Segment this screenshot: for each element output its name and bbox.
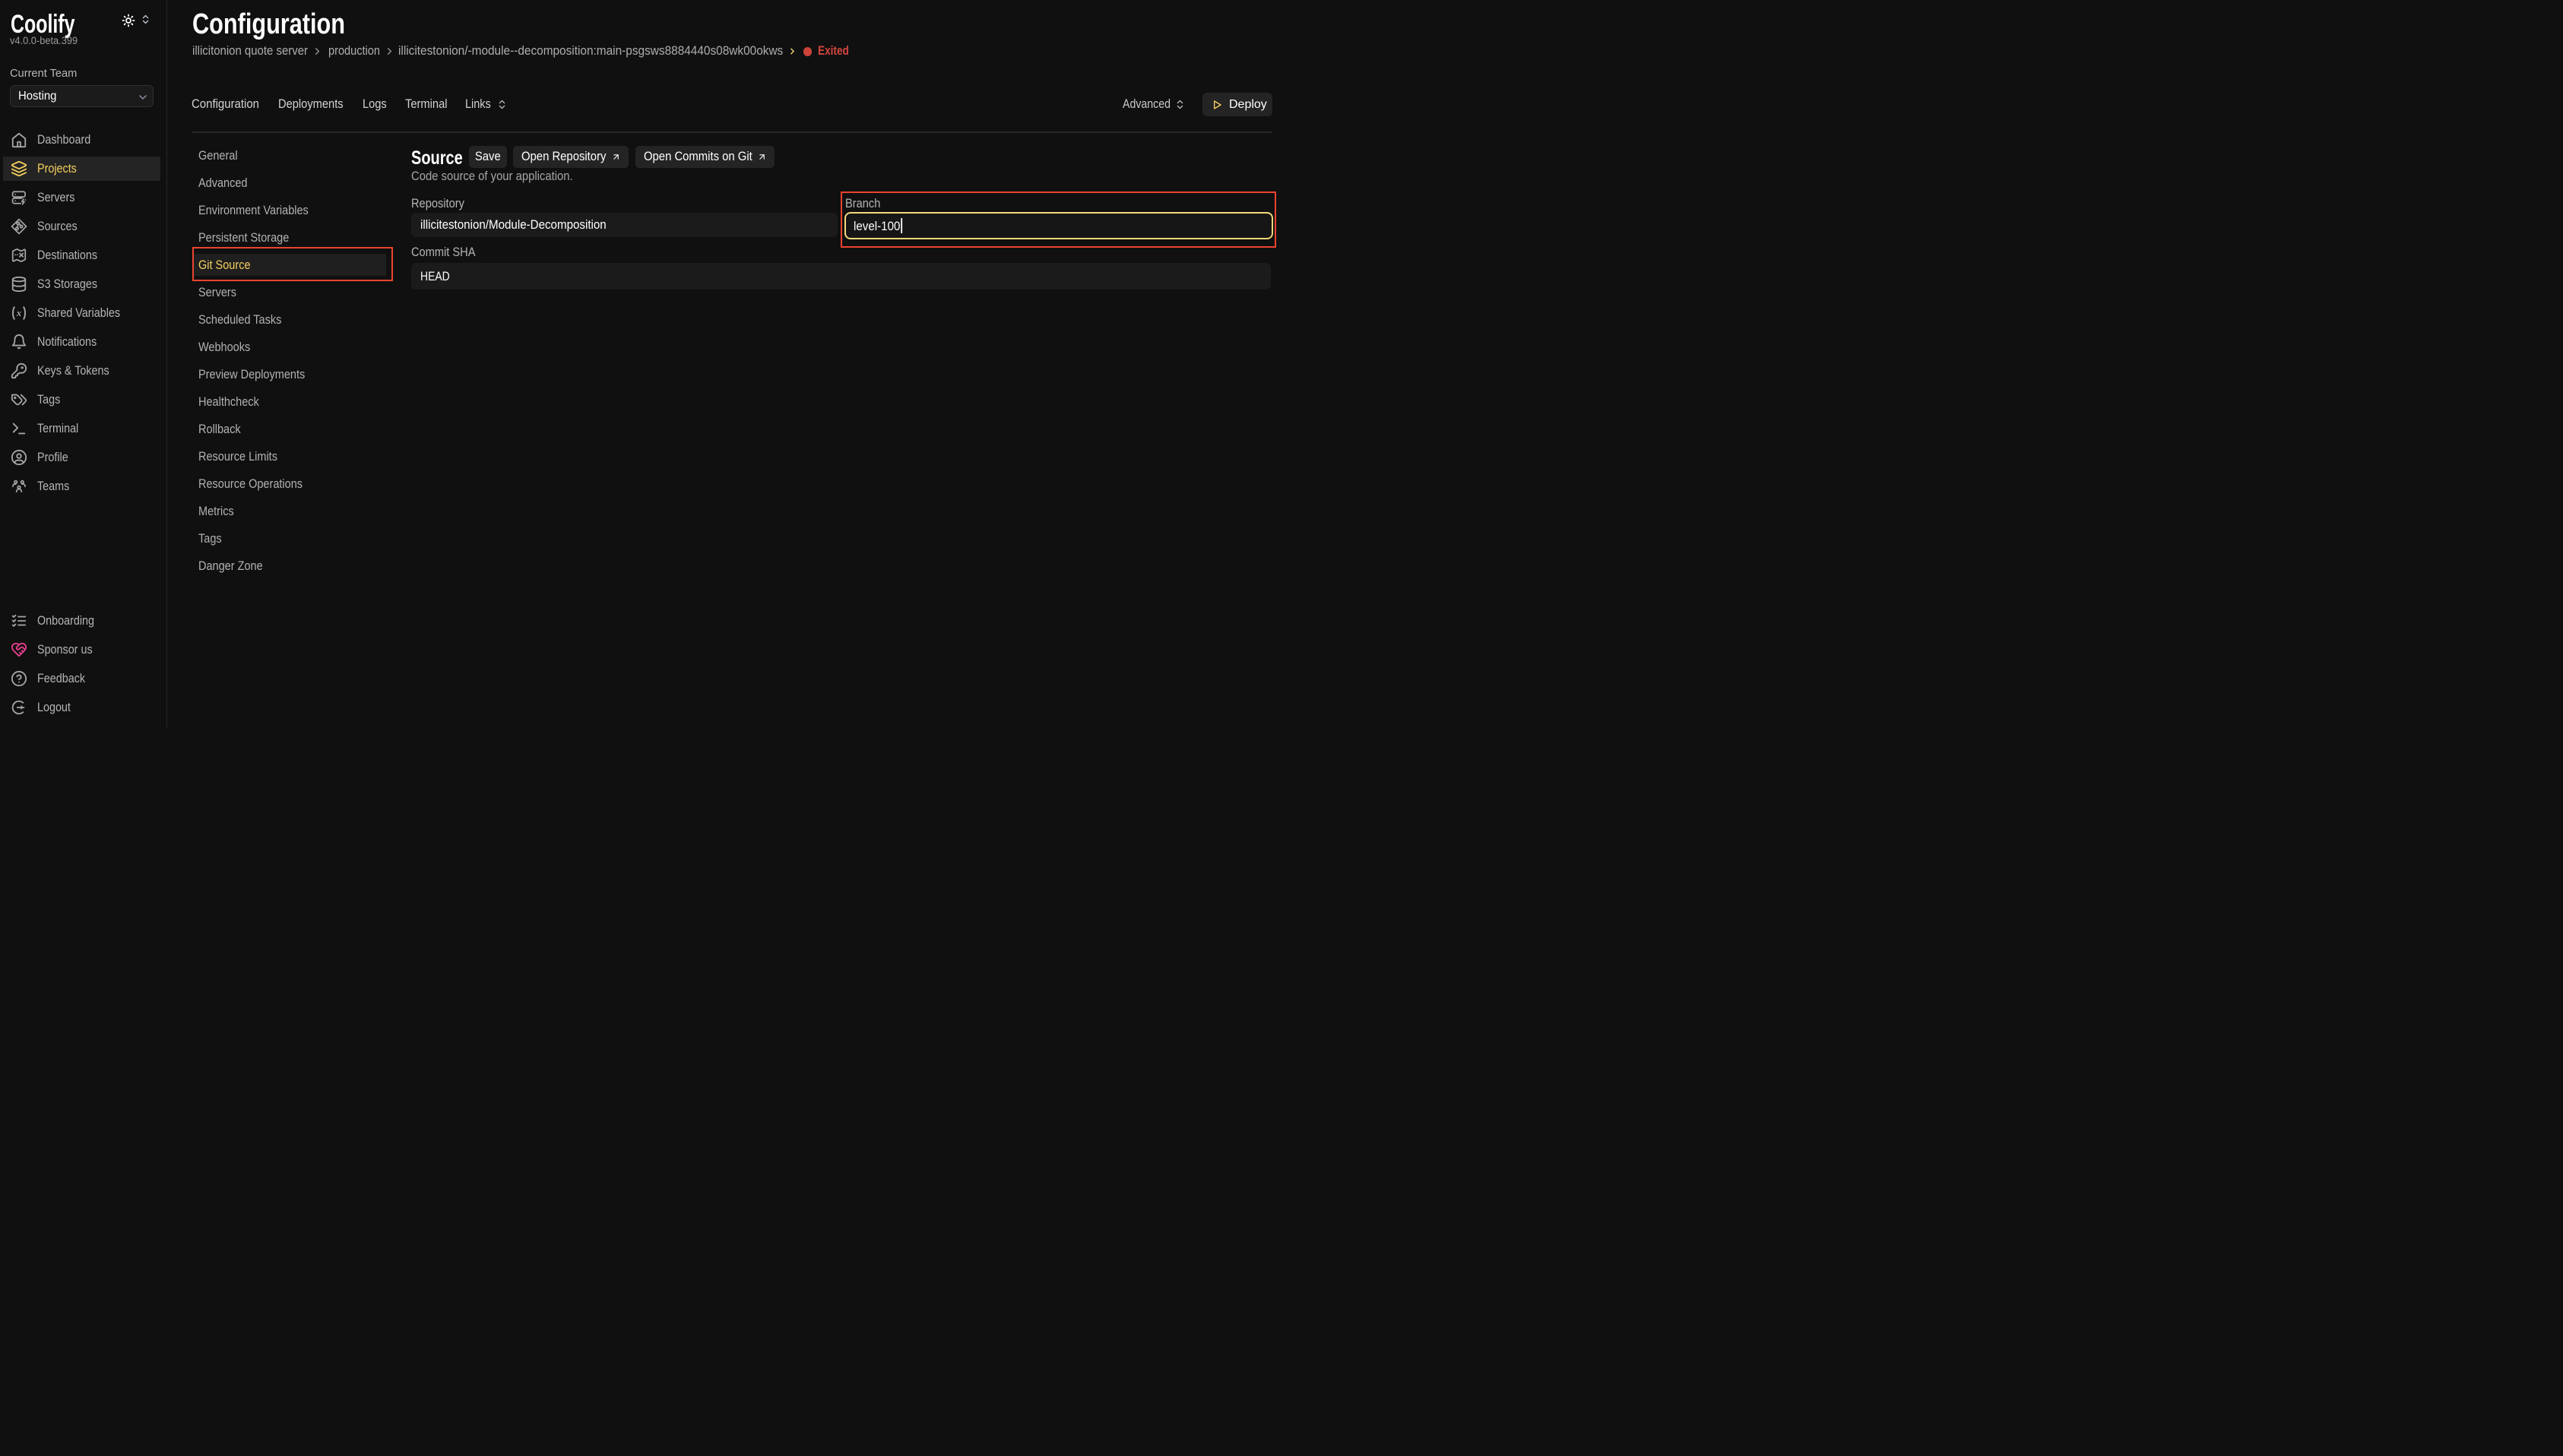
svg-text:x: x [16, 308, 22, 318]
